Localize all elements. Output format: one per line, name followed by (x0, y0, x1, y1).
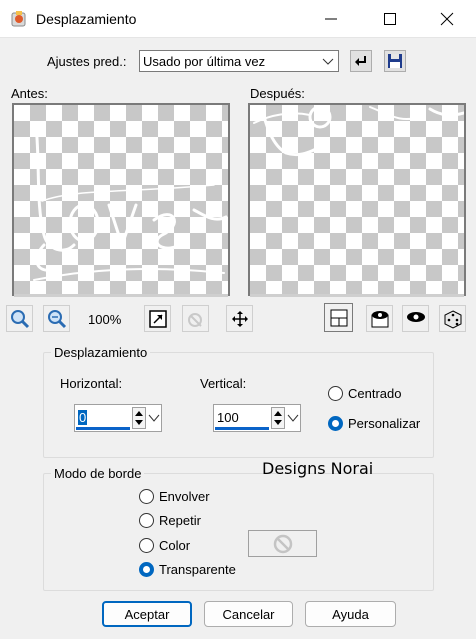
vertical-focus-bar (215, 427, 269, 430)
minimize-icon (325, 18, 337, 20)
ok-button[interactable]: Aceptar (102, 601, 192, 627)
preview-toggle-button[interactable] (324, 303, 353, 332)
vertical-field[interactable]: 100 (213, 404, 301, 432)
radio-repeat-label: Repetir (159, 513, 201, 528)
chevron-down-icon[interactable] (286, 411, 300, 425)
zoom-out-icon (47, 309, 66, 328)
after-hscroll[interactable] (250, 294, 464, 297)
zoom-in-button[interactable] (6, 305, 33, 332)
radio-custom-label: Personalizar (348, 416, 421, 431)
ok-button-label: Aceptar (124, 606, 170, 622)
help-button-label: Ayuda (332, 606, 369, 622)
horizontal-spinner[interactable] (132, 407, 146, 429)
close-button[interactable] (418, 0, 476, 38)
eye-preview-icon (371, 310, 388, 327)
love-text-image (33, 123, 228, 281)
radio-transparent[interactable]: Transparente (139, 562, 236, 577)
edge-mode-group-label: Modo de borde (51, 466, 145, 481)
radio-dot (139, 513, 154, 528)
radio-dot (328, 416, 343, 431)
before-hscroll[interactable] (14, 294, 228, 297)
zoom-out-button[interactable] (43, 305, 70, 332)
spin-arrows-icon (135, 411, 143, 425)
vertical-spinner[interactable] (271, 407, 285, 429)
edge-mode-group (43, 473, 434, 591)
horizontal-label: Horizontal: (60, 376, 123, 391)
maximize-icon (384, 13, 396, 25)
show-original-button[interactable] (366, 305, 393, 332)
after-label: Después: (250, 86, 305, 101)
save-preset-button[interactable] (384, 50, 406, 72)
minimize-button[interactable] (302, 0, 360, 38)
close-icon (440, 12, 454, 26)
zoom-in-icon (10, 309, 29, 328)
psp-app-icon (11, 11, 26, 27)
presets-label: Ajustes pred.: (47, 54, 127, 69)
radio-dot (139, 489, 154, 504)
radio-color[interactable]: Color (139, 538, 190, 553)
horizontal-value: 0 (78, 410, 88, 425)
fit-to-window-button[interactable] (144, 305, 171, 332)
radio-dot (328, 386, 343, 401)
reset-arrow-icon (355, 56, 366, 66)
proof-button[interactable] (402, 305, 429, 332)
radio-wrap[interactable]: Envolver (139, 489, 210, 504)
dice-randomize-icon (444, 309, 461, 329)
lock-preview-icon (187, 312, 202, 327)
radio-centered[interactable]: Centrado (328, 386, 401, 401)
vertical-label: Vertical: (200, 376, 247, 391)
cancel-button-label: Cancelar (222, 606, 275, 622)
cancel-button[interactable]: Cancelar (204, 601, 293, 627)
watermark-text: Designs Norai (262, 459, 374, 478)
horizontal-field[interactable]: 0 (74, 404, 162, 432)
preview-toggle-icon (330, 309, 347, 326)
love-text-image-shifted (253, 105, 464, 157)
horizontal-focus-bar (76, 427, 130, 430)
radio-color-label: Color (159, 538, 191, 553)
before-label: Antes: (11, 86, 48, 101)
fit-to-window-icon (148, 309, 167, 328)
offset-group-label: Desplazamiento (51, 345, 151, 360)
move-button[interactable] (226, 305, 253, 332)
eye-proof-icon (406, 311, 425, 322)
radio-dot (139, 562, 154, 577)
radio-repeat[interactable]: Repetir (139, 513, 201, 528)
zoom-level: 100% (88, 312, 122, 327)
radio-centered-label: Centrado (348, 386, 402, 401)
spin-arrows-icon (274, 411, 282, 425)
randomize-button[interactable] (439, 305, 466, 332)
before-preview (12, 103, 230, 296)
save-floppy-icon (388, 54, 402, 68)
lock-preview-button[interactable] (182, 305, 209, 332)
presets-dropdown[interactable]: Usado por última vez (139, 50, 339, 72)
help-button[interactable]: Ayuda (305, 601, 396, 627)
radio-dot (139, 538, 154, 553)
maximize-button[interactable] (361, 0, 419, 38)
after-preview (248, 103, 466, 296)
title-bar: Desplazamiento (0, 0, 476, 38)
chevron-down-icon[interactable] (147, 411, 161, 425)
radio-wrap-label: Envolver (159, 489, 210, 504)
move-arrows-icon (231, 310, 248, 327)
window-title: Desplazamiento (36, 11, 137, 27)
reset-preset-button[interactable] (350, 50, 372, 72)
no-color-icon (273, 534, 292, 553)
radio-custom[interactable]: Personalizar (328, 416, 420, 431)
radio-transparent-label: Transparente (159, 562, 236, 577)
vertical-value: 100 (217, 410, 239, 425)
chevron-down-icon (322, 58, 334, 65)
presets-value: Usado por última vez (143, 54, 266, 69)
color-swatch[interactable] (248, 530, 317, 557)
